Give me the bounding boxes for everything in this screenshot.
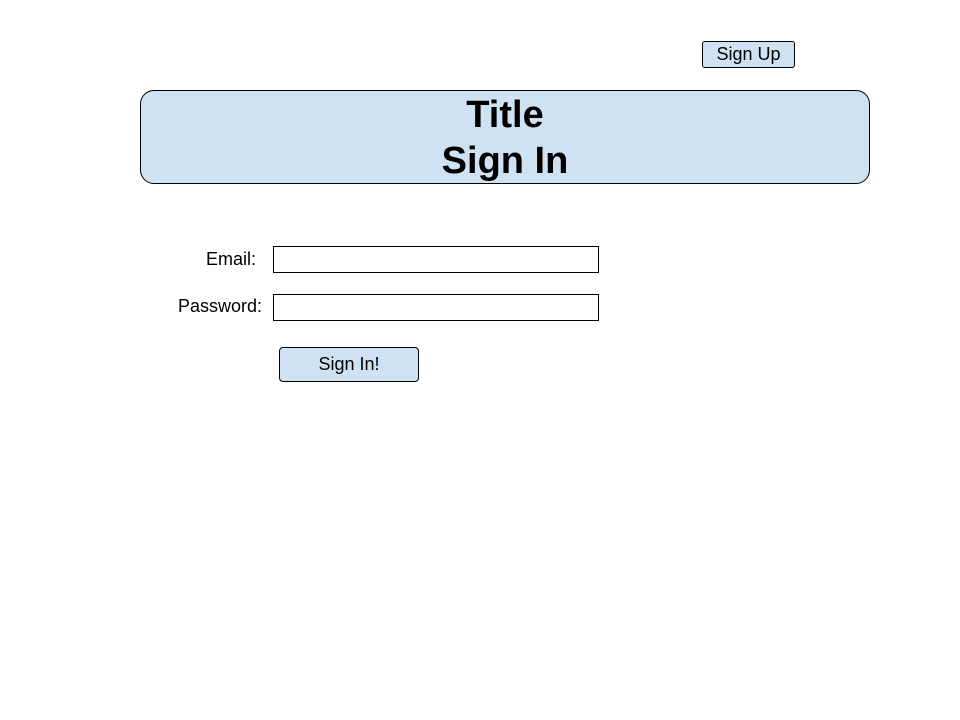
email-field[interactable] bbox=[273, 246, 599, 273]
page-title: Title bbox=[466, 94, 544, 136]
sign-up-button[interactable]: Sign Up bbox=[702, 41, 795, 68]
email-label: Email: bbox=[206, 249, 257, 269]
page-subtitle: Sign In bbox=[441, 140, 569, 182]
sign-in-button[interactable]: Sign In! bbox=[279, 347, 419, 382]
password-label: Password: bbox=[178, 296, 263, 316]
password-field[interactable] bbox=[273, 294, 599, 321]
header-panel: Title Sign In bbox=[140, 90, 870, 184]
